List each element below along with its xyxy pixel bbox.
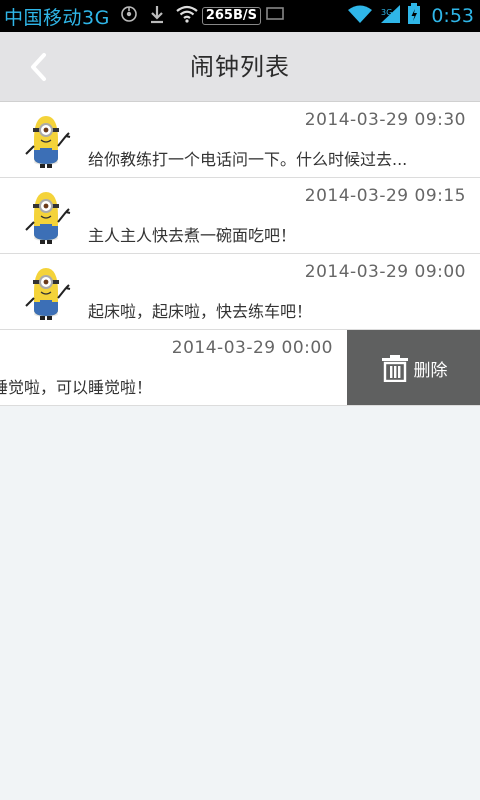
alarm-time: 2014-03-29 09:30 xyxy=(304,110,466,130)
screen-icon xyxy=(265,6,285,26)
avatar xyxy=(14,262,78,326)
alarm-time: 2014-03-29 09:00 xyxy=(304,262,466,282)
alarm-item[interactable]: 2014-03-29 09:00 起床啦，起床啦，快去练车吧！ xyxy=(0,254,480,330)
download-icon xyxy=(148,4,166,28)
delete-button[interactable]: 删除 xyxy=(347,330,480,405)
alarm-item[interactable]: 2014-03-29 09:30 给你教练打一个电话问一下。什么时候过去... xyxy=(0,102,480,178)
alarm-message: 给你教练打一个电话问一下。什么时候过去... xyxy=(88,150,408,169)
alarm-message: 主人主人快去煮一碗面吃吧！ xyxy=(88,226,297,245)
status-time: 0:53 xyxy=(431,5,474,27)
status-bar: 中国移动3G 265B/S 3G 0:53 xyxy=(0,0,480,32)
carrier-name: 中国移动3G xyxy=(4,6,110,29)
header-bar: 闹钟列表 xyxy=(0,32,480,102)
trash-icon xyxy=(381,355,408,382)
delete-label: 删除 xyxy=(413,360,448,381)
page-title: 闹钟列表 xyxy=(190,53,290,81)
alarm-list: 2014-03-29 09:30 给你教练打一个电话问一下。什么时候过去... … xyxy=(0,102,480,406)
wifi-signal-icon xyxy=(347,4,373,28)
avatar xyxy=(14,186,78,250)
network-speed: 265B/S xyxy=(201,7,261,25)
alarm-time: 2014-03-29 00:00 xyxy=(171,338,333,358)
avatar xyxy=(14,110,78,174)
alarm-item-content[interactable]: 2014-03-29 00:00 睡觉啦，可以睡觉啦！ xyxy=(0,330,347,405)
alarm-message: 起床啦，起床啦，快去练车吧！ xyxy=(88,302,313,321)
usb-icon xyxy=(120,5,138,27)
wifi-icon xyxy=(176,5,198,27)
signal-icon: 3G xyxy=(379,4,401,28)
alarm-message-text: 睡觉啦，可以睡觉啦！ xyxy=(0,378,153,397)
battery-icon xyxy=(407,3,421,29)
alarm-item[interactable]: 2014-03-29 09:15 主人主人快去煮一碗面吃吧！ xyxy=(0,178,480,254)
alarm-time: 2014-03-29 09:15 xyxy=(304,186,466,206)
svg-text:3G: 3G xyxy=(381,8,392,17)
alarm-item-swiped[interactable]: 2014-03-29 00:00 睡觉啦，可以睡觉啦！ 删除 xyxy=(0,330,480,406)
